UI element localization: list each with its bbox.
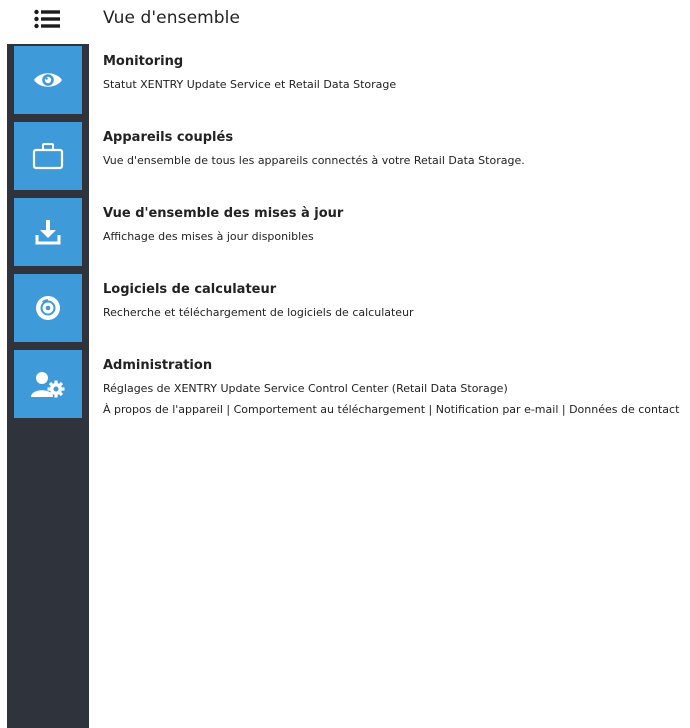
disc-icon [34, 294, 62, 322]
admin-links[interactable]: À propos de l'appareil | Comportement au… [103, 402, 690, 417]
section-description: Affichage des mises à jour disponibles [103, 230, 314, 243]
section-paired-devices[interactable]: Appareils couplés Vue d'ensemble de tous… [103, 130, 690, 168]
section-title[interactable]: Administration [103, 358, 690, 374]
list-menu-icon[interactable] [34, 9, 60, 29]
section-description: Réglages de XENTRY Update Service Contro… [103, 382, 508, 395]
section-title[interactable]: Vue d'ensemble des mises à jour [103, 206, 690, 222]
section-title[interactable]: Monitoring [103, 54, 690, 70]
eye-icon [32, 68, 64, 92]
sidebar-item-paired-devices[interactable] [14, 122, 82, 190]
section-monitoring[interactable]: Monitoring Statut XENTRY Update Service … [103, 54, 690, 92]
section-title[interactable]: Appareils couplés [103, 130, 690, 146]
section-ecu-software[interactable]: Logiciels de calculateur Recherche et té… [103, 282, 690, 320]
section-title[interactable]: Logiciels de calculateur [103, 282, 690, 298]
sidebar-item-monitoring[interactable] [14, 46, 82, 114]
user-settings-icon [31, 370, 65, 398]
sidebar-item-administration[interactable] [14, 350, 82, 418]
page-title: Vue d'ensemble [103, 8, 241, 28]
sidebar-item-ecu-software[interactable] [14, 274, 82, 342]
section-description: Recherche et téléchargement de logiciels… [103, 306, 414, 319]
sidebar [7, 44, 89, 728]
section-description: Vue d'ensemble de tous les appareils con… [103, 154, 525, 167]
section-administration[interactable]: Administration Réglages de XENTRY Update… [103, 358, 690, 417]
section-description: Statut XENTRY Update Service et Retail D… [103, 78, 397, 91]
briefcase-icon [32, 142, 64, 170]
download-icon [34, 218, 62, 246]
sidebar-item-updates[interactable] [14, 198, 82, 266]
section-updates[interactable]: Vue d'ensemble des mises à jour Affichag… [103, 206, 690, 244]
